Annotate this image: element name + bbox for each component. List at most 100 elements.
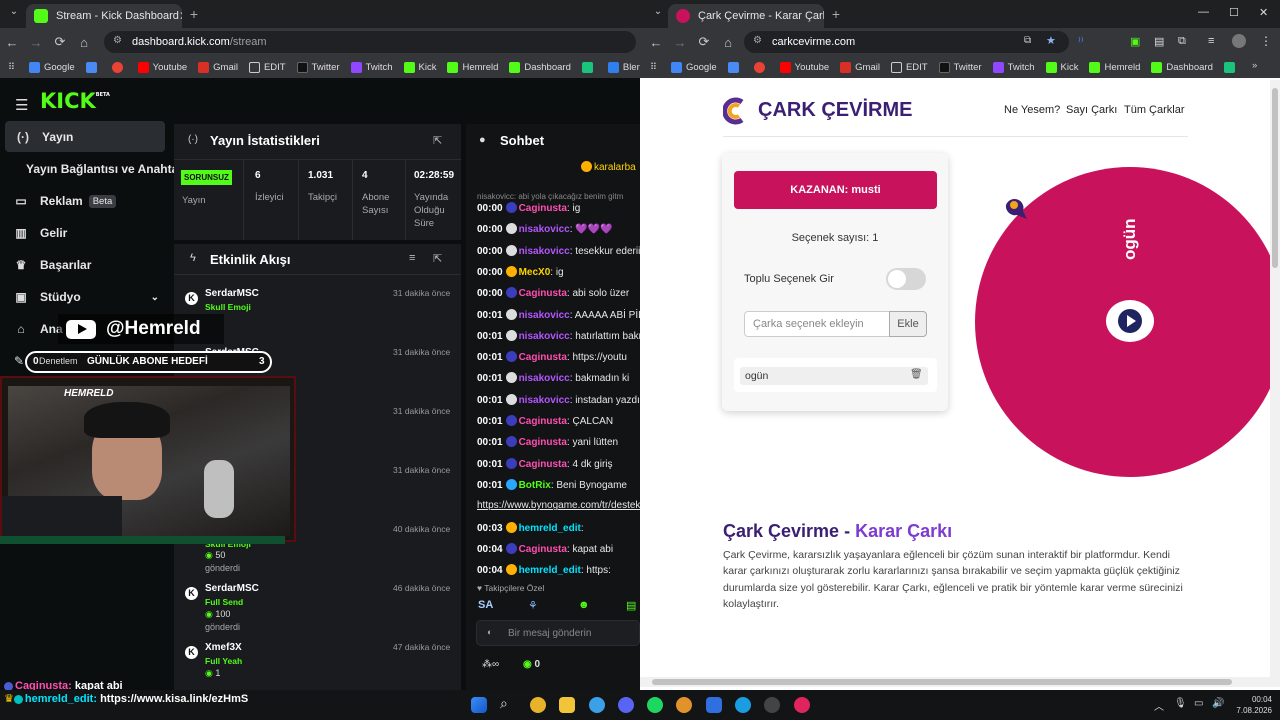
chat-settings-icon[interactable]: ⁂∞ <box>482 659 499 670</box>
chat-username[interactable]: Caginusta <box>519 437 567 448</box>
bookmark-hemreld[interactable]: Hemreld <box>447 61 498 73</box>
reload-icon[interactable]: ⟳ <box>692 34 716 50</box>
bookmark-twitter[interactable]: Twitter <box>296 61 340 73</box>
nav-link-tum-carklar[interactable]: Tüm Çarklar <box>1124 104 1185 116</box>
address-bar[interactable]: ⚙ carkcevirme.com ⧉ ★ <box>744 31 1069 53</box>
extension-icon[interactable]: ⁾⁾ <box>1078 35 1083 48</box>
app-icon[interactable] <box>706 697 722 713</box>
windows-start-icon[interactable] <box>471 697 487 713</box>
home-icon[interactable]: ⌂ <box>716 35 740 50</box>
sidebar-item-stream-key[interactable]: Yayın Bağlantısı ve Anahtarı <box>26 162 186 176</box>
bookmark-kick[interactable]: Kick <box>403 61 436 73</box>
bookmark-blank-icon[interactable] <box>1223 61 1239 73</box>
obs-icon[interactable] <box>764 697 780 713</box>
bookmark-google[interactable]: Google <box>670 61 717 73</box>
chat-username[interactable]: Caginusta <box>519 416 567 427</box>
forward-icon[interactable]: → <box>668 35 692 50</box>
chat-username[interactable]: nisakovicc <box>519 224 570 235</box>
bookmark-translate-icon[interactable] <box>85 61 101 73</box>
minimize-icon[interactable]: — <box>1198 6 1209 18</box>
home-icon[interactable]: ⌂ <box>72 35 96 50</box>
volume-icon[interactable]: 🔊 <box>1212 698 1224 709</box>
emote-icon[interactable]: ▤ <box>626 599 636 612</box>
emote-icon[interactable]: ☻ <box>578 599 590 611</box>
bookmark-gmail[interactable]: Gmail <box>198 61 238 73</box>
apps-grid-icon[interactable]: ⠿ <box>650 62 657 73</box>
network-icon[interactable]: ▭ <box>1194 698 1203 709</box>
chat-username[interactable]: BotRix <box>519 480 551 491</box>
chat-username[interactable]: Caginusta <box>519 544 567 555</box>
bookmark-star-icon[interactable]: ★ <box>1046 34 1056 47</box>
address-bar[interactable]: ⚙ dashboard.kick.com/stream <box>104 31 636 53</box>
bookmark-google-icon[interactable] <box>111 61 127 73</box>
discord-icon[interactable] <box>618 697 634 713</box>
chat-username[interactable]: hemreld_edit <box>519 523 581 534</box>
chat-username[interactable]: Caginusta <box>519 288 567 299</box>
chat-username[interactable]: MecX0 <box>519 267 551 278</box>
sidebar-item-ana[interactable]: ⌂ Ana <box>14 322 62 336</box>
bookmark-google[interactable]: Google <box>28 61 75 73</box>
media-icon[interactable]: ≡ <box>1208 35 1214 47</box>
profile-avatar[interactable] <box>1232 34 1246 48</box>
bookmark-translate-icon[interactable] <box>727 61 743 73</box>
forward-icon[interactable]: → <box>24 35 48 50</box>
kick-logo[interactable]: KICKBETA <box>40 89 110 113</box>
search-icon[interactable]: ⌕ <box>500 695 508 712</box>
chat-username[interactable]: Caginusta <box>519 203 567 214</box>
chat-username[interactable]: nisakovicc <box>519 373 570 384</box>
horizontal-scrollbar[interactable] <box>640 677 1280 687</box>
close-window-icon[interactable]: ✕ <box>1259 6 1268 19</box>
recorder-icon[interactable] <box>794 697 810 713</box>
tab-search-icon[interactable]: ⌄ <box>646 6 670 17</box>
spotify-icon[interactable] <box>647 697 663 713</box>
pinned-user[interactable]: karalarba <box>581 161 636 173</box>
popout-icon[interactable]: ⇱ <box>433 252 442 265</box>
sidebar-item-studyo[interactable]: ▣ Stüdyo ⌄ <box>14 290 159 304</box>
tab-kick-dashboard[interactable]: Stream - Kick Dashboard ✕ <box>26 4 182 28</box>
chat-username[interactable]: Caginusta <box>519 459 567 470</box>
site-logo-text[interactable]: ÇARK ÇEVİRME <box>758 99 912 122</box>
clock[interactable]: 00:04 7.08.2026 <box>1232 694 1272 716</box>
channel-points[interactable]: ◉ 0 <box>523 659 540 670</box>
site-info-icon[interactable]: ⚙ <box>753 35 762 46</box>
bookmark-blerp[interactable]: Blerp <box>607 61 640 73</box>
extension-icon[interactable]: ▤ <box>1154 35 1164 48</box>
chat-input[interactable]: ◐ Bir mesaj gönderin <box>476 620 640 646</box>
back-icon[interactable]: ← <box>644 35 668 50</box>
bookmark-youtube[interactable]: Youtube <box>779 61 829 73</box>
tab-cark-cevirme[interactable]: Çark Çevirme - Karar Çarkı ✕ <box>668 4 824 28</box>
sidebar-item-basarilar[interactable]: ♛ Başarılar <box>14 258 92 272</box>
option-input[interactable]: Çarka seçenek ekleyin <box>744 311 890 337</box>
extension-icon[interactable]: ▣ <box>1130 35 1140 48</box>
bookmark-kick[interactable]: Kick <box>1045 61 1078 73</box>
vertical-scrollbar[interactable] <box>1270 80 1280 677</box>
chat-username[interactable]: nisakovicc <box>519 310 570 321</box>
emote-icon[interactable]: ⚘ <box>528 599 538 612</box>
bookmark-edit[interactable]: EDIT <box>248 61 286 73</box>
bookmark-gmail[interactable]: Gmail <box>840 61 880 73</box>
bookmark-hemreld[interactable]: Hemreld <box>1089 61 1140 73</box>
nav-link-ne-yesem[interactable]: Ne Yesem? <box>1004 104 1060 116</box>
maximize-icon[interactable]: ☐ <box>1229 6 1239 19</box>
bookmark-google-icon[interactable] <box>753 61 769 73</box>
cark-logo-icon[interactable] <box>722 96 745 126</box>
chat-username[interactable]: nisakovicc <box>519 331 570 342</box>
filter-icon[interactable]: ≡ <box>409 252 415 264</box>
bookmark-dashboard[interactable]: Dashboard <box>509 61 571 73</box>
chat-username[interactable]: nisakovicc <box>519 395 570 406</box>
add-button[interactable]: Ekle <box>889 311 927 337</box>
bookmark-edit[interactable]: EDIT <box>890 61 928 73</box>
new-tab-icon[interactable]: + <box>828 6 844 22</box>
edge-icon[interactable] <box>735 697 751 713</box>
install-icon[interactable]: ⧉ <box>1024 35 1031 46</box>
new-tab-icon[interactable]: + <box>186 6 202 22</box>
more-bookmarks-icon[interactable]: » <box>1252 60 1257 71</box>
apps-grid-icon[interactable]: ⠿ <box>8 62 15 73</box>
chat-username[interactable]: nisakovicc <box>519 246 570 257</box>
menu-icon[interactable]: ☰ <box>15 96 28 114</box>
sidebar-item-yayin[interactable]: (·) Yayın <box>16 130 73 144</box>
nav-link-sayi-carki[interactable]: Sayı Çarkı <box>1066 104 1117 116</box>
bookmark-blank-icon[interactable] <box>581 61 597 73</box>
chat-text[interactable]: https://www.bynogame.com/tr/destek <box>477 500 640 511</box>
bookmark-twitch[interactable]: Twitch <box>350 61 393 73</box>
